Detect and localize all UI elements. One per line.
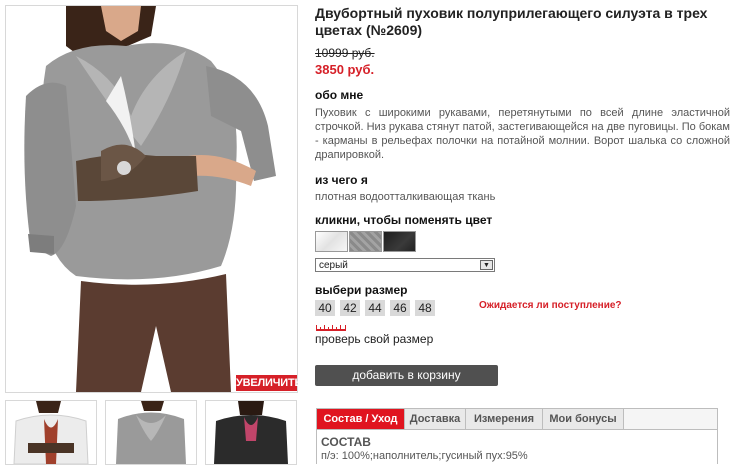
product-main-image[interactable] xyxy=(5,5,298,393)
size-option-42[interactable]: 42 xyxy=(340,300,360,316)
composition-title: СОСТАВ xyxy=(321,435,371,449)
tab-delivery[interactable]: Доставка xyxy=(405,409,466,429)
current-price: 3850 руб. xyxy=(315,62,375,77)
check-size-link[interactable]: проверь свой размер xyxy=(315,332,433,346)
color-select[interactable]: серый ▼ xyxy=(315,258,495,272)
product-title: Двубортный пуховик полуприлегающего силу… xyxy=(315,5,708,38)
material-text: плотная водоотталкивающая ткань xyxy=(315,191,496,203)
zoom-button[interactable]: УВЕЛИЧИТЬ xyxy=(236,375,302,391)
size-heading: выбери размер xyxy=(315,283,408,297)
tab-measurements[interactable]: Измерения xyxy=(466,409,543,429)
size-option-40[interactable]: 40 xyxy=(315,300,335,316)
size-option-46[interactable]: 46 xyxy=(390,300,410,316)
chevron-down-icon[interactable]: ▼ xyxy=(480,260,493,270)
thumbnail-white[interactable] xyxy=(5,400,97,465)
add-to-cart-button[interactable]: добавить в корзину xyxy=(315,365,498,386)
color-swatch-black[interactable] xyxy=(383,231,416,252)
tab-bonuses[interactable]: Мои бонусы xyxy=(543,409,624,429)
about-heading: обо мне xyxy=(315,88,364,102)
color-select-value: серый xyxy=(319,260,348,271)
color-swatch-white[interactable] xyxy=(315,231,348,252)
notify-availability-link[interactable]: Ожидается ли поступление? xyxy=(479,300,622,311)
color-swatch-grey[interactable] xyxy=(349,231,382,252)
product-info-tabs: Состав / Уход Доставка Измерения Мои бон… xyxy=(316,408,718,464)
composition-text: п/э: 100%;наполнитель;гусиный пух:95% xyxy=(321,450,528,462)
old-price: 10999 руб. xyxy=(315,46,375,60)
size-option-44[interactable]: 44 xyxy=(365,300,385,316)
ruler-icon xyxy=(316,325,346,331)
color-heading: кликни, чтобы поменять цвет xyxy=(315,213,493,227)
tab-composition-care[interactable]: Состав / Уход xyxy=(317,409,405,429)
size-option-48[interactable]: 48 xyxy=(415,300,435,316)
thumbnail-black[interactable] xyxy=(205,400,297,465)
thumbnail-grey[interactable] xyxy=(105,400,197,465)
material-heading: из чего я xyxy=(315,173,368,187)
about-text: Пуховик с широкими рукавами, перетянутым… xyxy=(315,107,730,161)
